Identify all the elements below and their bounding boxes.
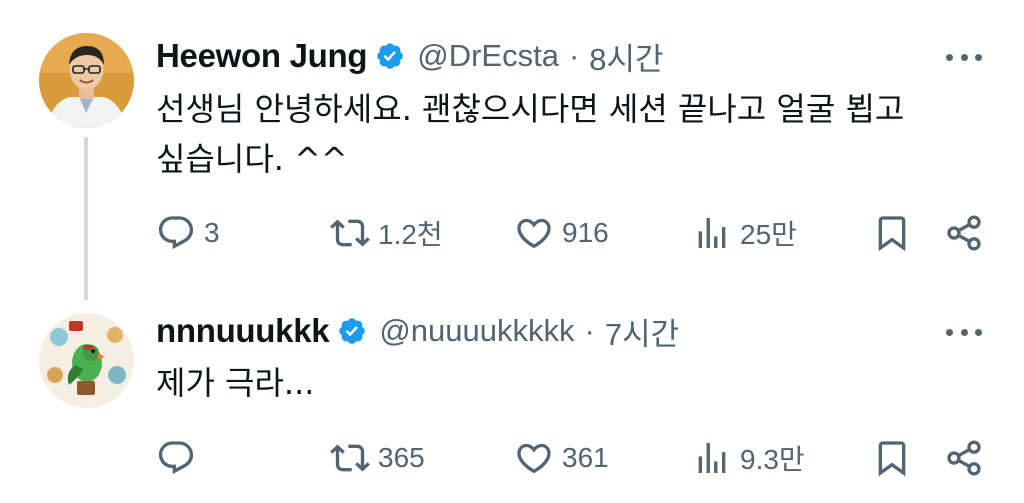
retweet-count: 1.2천 <box>378 219 443 250</box>
bookmark-button[interactable] <box>872 436 912 480</box>
retweet-count: 365 <box>378 442 425 473</box>
separator-dot: · <box>568 38 580 73</box>
views-button[interactable]: 9.3만 <box>692 436 805 480</box>
tweet-text: 선생님 안녕하세요. 괜찮으시다면 세션 끝나고 얼굴 뵙고 싶습니다. ^^ <box>156 90 905 178</box>
reply-icon <box>158 441 194 475</box>
share-icon <box>947 440 981 476</box>
verified-badge-icon <box>339 318 366 344</box>
views-icon <box>698 443 726 473</box>
views-icon <box>698 218 726 248</box>
like-count: 916 <box>562 217 609 248</box>
tweet-text: 제가 극라... <box>156 364 315 402</box>
tweet[interactable]: nnnuuukkk @nuuuukkkkk · 7시간 제가 극라... 365… <box>0 300 1024 503</box>
reply-button[interactable]: 3 <box>156 211 220 255</box>
retweet-icon <box>330 219 370 247</box>
verified-badge-icon <box>377 43 404 69</box>
action-bar: 365 361 9.3만 <box>156 436 986 480</box>
more-icon[interactable] <box>946 326 982 338</box>
reply-count: 3 <box>204 217 220 248</box>
share-icon <box>947 215 981 251</box>
like-button[interactable]: 916 <box>514 211 609 255</box>
action-bar: 3 1.2천 916 25만 <box>156 211 986 255</box>
bookmark-button[interactable] <box>872 211 912 255</box>
heart-icon <box>517 218 551 249</box>
retweet-button[interactable]: 365 <box>330 436 425 480</box>
retweet-icon <box>330 444 370 472</box>
handle[interactable]: @nuuuukkkkk <box>379 313 574 349</box>
reply-icon <box>158 216 194 250</box>
tweet-header: nnnuuukkk @nuuuukkkkk · 7시간 <box>156 309 679 354</box>
like-count: 361 <box>562 442 609 473</box>
timestamp[interactable]: 7시간 <box>605 309 679 354</box>
bookmark-icon <box>878 441 906 477</box>
handle[interactable]: @DrEcsta <box>417 38 559 74</box>
views-count: 25만 <box>740 219 797 250</box>
display-name[interactable]: Heewon Jung <box>156 37 368 75</box>
share-button[interactable] <box>944 436 984 480</box>
avatar[interactable] <box>39 33 134 128</box>
timestamp[interactable]: 8시간 <box>589 34 663 79</box>
thread-connector <box>84 137 88 300</box>
tweet[interactable]: Heewon Jung @DrEcsta · 8시간 선생님 안녕하세요. 괜찮… <box>0 0 1024 300</box>
display-name[interactable]: nnnuuukkk <box>156 312 330 350</box>
bookmark-icon <box>878 216 906 252</box>
reply-button[interactable] <box>156 436 204 480</box>
views-count: 9.3만 <box>740 444 805 475</box>
separator-dot: · <box>584 313 595 348</box>
views-button[interactable]: 25만 <box>692 211 797 255</box>
tweet-header: Heewon Jung @DrEcsta · 8시간 <box>156 34 664 79</box>
more-icon[interactable] <box>946 51 982 63</box>
avatar[interactable] <box>39 313 134 408</box>
share-button[interactable] <box>944 211 984 255</box>
heart-icon <box>517 443 551 474</box>
retweet-button[interactable]: 1.2천 <box>330 211 443 255</box>
like-button[interactable]: 361 <box>514 436 609 480</box>
